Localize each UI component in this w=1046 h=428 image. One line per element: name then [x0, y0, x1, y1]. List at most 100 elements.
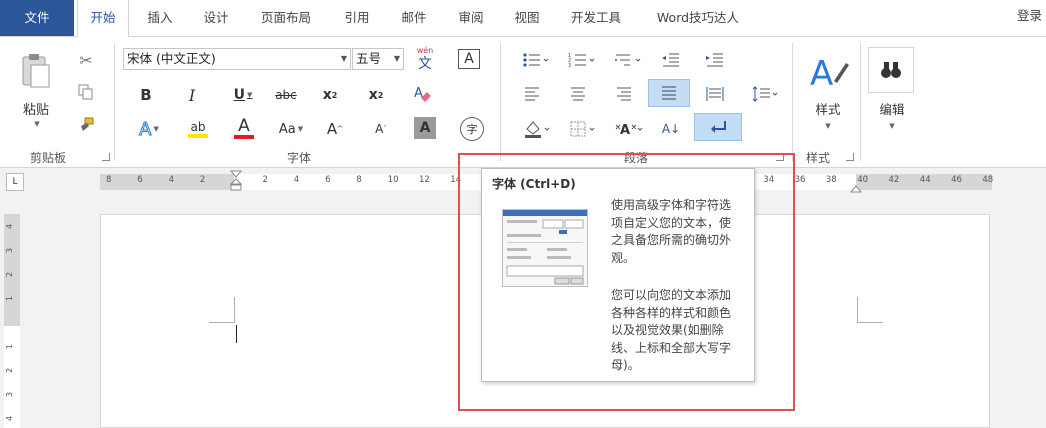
bullets-icon[interactable] [520, 49, 552, 71]
decrease-indent-icon[interactable] [658, 49, 684, 71]
shrink-font-icon[interactable]: Aˇ [370, 117, 392, 141]
change-case-button[interactable]: Aa ▼ [274, 117, 308, 141]
underline-button[interactable]: U ▼ [226, 83, 260, 107]
strikethrough-icon[interactable]: abc [270, 83, 302, 107]
show-formatting-icon[interactable] [694, 113, 742, 141]
tab-insert[interactable]: 插入 [136, 0, 184, 36]
tab-review[interactable]: 审阅 [447, 0, 495, 36]
tooltip-line: 使用高级字体和字符选 [611, 198, 732, 212]
ruler-tick-label: 42 [888, 175, 900, 185]
group-separator [500, 43, 501, 161]
shading-icon[interactable] [520, 117, 554, 141]
vertical-ruler-tick-label: 3 [5, 247, 15, 254]
find-binoculars-icon[interactable] [868, 47, 914, 93]
editing-dropdown-icon[interactable]: ▼ [886, 121, 898, 131]
distributed-icon[interactable] [702, 81, 728, 107]
styles-button-label[interactable]: 样式 [804, 99, 852, 117]
multilevel-list-icon[interactable] [612, 49, 644, 71]
tooltip-description-1: 使用高级字体和字符选 项自定义您的文本，使 之具备您所需的确切外 观。 [611, 197, 751, 267]
tab-page-layout[interactable]: 页面布局 [250, 0, 322, 36]
ruler-tick-label: 14 [450, 175, 462, 185]
paste-dropdown-icon[interactable]: ▼ [30, 119, 44, 129]
borders-icon[interactable] [566, 117, 600, 141]
editing-button-label[interactable]: 编辑 [868, 99, 916, 117]
font-name-combo[interactable]: 宋体 (中文正文) ▼ [123, 48, 351, 70]
font-name-dropdown-icon[interactable]: ▼ [341, 49, 347, 69]
cut-icon[interactable]: ✂ [74, 49, 98, 71]
chinese-layout-icon[interactable]: A [612, 117, 646, 141]
paste-icon[interactable] [16, 49, 56, 99]
ruler-tick-label: 4 [168, 175, 175, 185]
increase-indent-icon[interactable] [702, 49, 728, 71]
ruler-tick-label: 36 [794, 175, 806, 185]
grow-font-icon[interactable]: A ^ [324, 117, 346, 141]
grow-font-text: A [326, 120, 338, 138]
font-size-dropdown-icon[interactable]: ▼ [394, 49, 400, 69]
tab-references[interactable]: 引用 [333, 0, 381, 36]
ruler-tick-label: 34 [763, 175, 775, 185]
sort-button[interactable]: A ↓ [658, 117, 684, 141]
tab-file[interactable]: 文件 [0, 0, 74, 36]
tab-selector[interactable]: L [6, 173, 24, 191]
copy-icon[interactable] [74, 81, 98, 103]
tooltip-line: 线、上标和全部大写字 [611, 340, 732, 355]
styles-launcher-icon[interactable] [846, 153, 854, 161]
subscript-icon[interactable]: x2 [316, 83, 344, 107]
align-center-icon[interactable] [566, 83, 590, 105]
line-spacing-icon[interactable] [748, 81, 782, 107]
svg-text:A: A [414, 86, 423, 101]
tab-mailings[interactable]: 邮件 [390, 0, 438, 36]
tab-developer[interactable]: 开发工具 [560, 0, 632, 36]
group-separator [792, 43, 793, 161]
vertical-ruler-tick-label: 4 [5, 223, 15, 230]
italic-icon[interactable]: I [180, 83, 204, 107]
superscript-icon[interactable]: x2 [362, 83, 390, 107]
paragraph-launcher-icon[interactable] [776, 153, 784, 161]
styles-icon[interactable]: A [806, 49, 852, 97]
ribbon-home: 粘贴 ▼ ✂ 剪贴板 宋体 (中文正文) ▼ 五号 ▼ wén 文 A B I … [0, 36, 1046, 168]
tab-word-tips[interactable]: Word技巧达人 [644, 0, 752, 36]
ruler-tick-label: 2 [199, 175, 206, 185]
tab-view[interactable]: 视图 [503, 0, 551, 36]
align-right-icon[interactable] [612, 83, 636, 105]
login-link[interactable]: 登录 [1017, 0, 1046, 36]
format-painter-icon[interactable] [74, 115, 98, 137]
subscript-base: x [322, 87, 332, 103]
font-name-value: 宋体 (中文正文) [127, 51, 216, 66]
enclose-characters-icon[interactable]: 字 [460, 117, 484, 141]
right-indent-icon[interactable] [849, 178, 863, 197]
vertical-ruler-top-margin [4, 214, 20, 326]
phonetic-guide-icon[interactable]: wén 文 [412, 45, 438, 73]
top-right-crop-mark [857, 297, 883, 323]
paste-button-label[interactable]: 粘贴 [14, 99, 58, 118]
first-line-indent-icon[interactable] [229, 170, 243, 196]
font-size-combo[interactable]: 五号 ▼ [352, 48, 404, 70]
ruler-tick-label: 6 [137, 175, 143, 185]
ruler-tick-label: 46 [951, 175, 962, 185]
styles-dropdown-icon[interactable]: ▼ [822, 121, 834, 131]
font-group-label: 字体 [287, 151, 312, 165]
vertical-ruler-tick-label: 1 [5, 343, 15, 350]
tooltip-title: 字体 (Ctrl+D) [492, 177, 576, 191]
tooltip-line: 观。 [611, 250, 636, 265]
character-border-icon[interactable]: A [458, 49, 480, 69]
highlight-button[interactable]: ab [180, 117, 216, 141]
tab-design[interactable]: 设计 [192, 0, 240, 36]
shrink-font-text: A [375, 122, 384, 136]
font-color-button[interactable]: A [226, 115, 262, 141]
phonetic-bottom-text: 文 [418, 56, 432, 72]
align-left-icon[interactable] [520, 83, 544, 105]
text-effects-button[interactable]: A ▼ [134, 117, 164, 141]
vertical-ruler-tick-label: 4 [5, 415, 15, 422]
clipboard-launcher-icon[interactable] [102, 153, 110, 161]
tooltip-line: 之具备您所需的确切外 [611, 233, 732, 247]
character-shading-icon[interactable]: A [414, 117, 436, 139]
tab-home[interactable]: 开始 [77, 0, 129, 37]
clear-formatting-icon[interactable]: A [410, 81, 434, 107]
justify-icon[interactable] [648, 79, 690, 107]
font-size-value: 五号 [356, 51, 382, 66]
bold-icon[interactable]: B [134, 83, 158, 107]
numbering-icon[interactable]: 123 [566, 49, 598, 71]
vertical-ruler[interactable]: 4 3 2 1 1 2 3 4 [4, 214, 20, 428]
ruler-tick-label: 10 [387, 175, 399, 185]
